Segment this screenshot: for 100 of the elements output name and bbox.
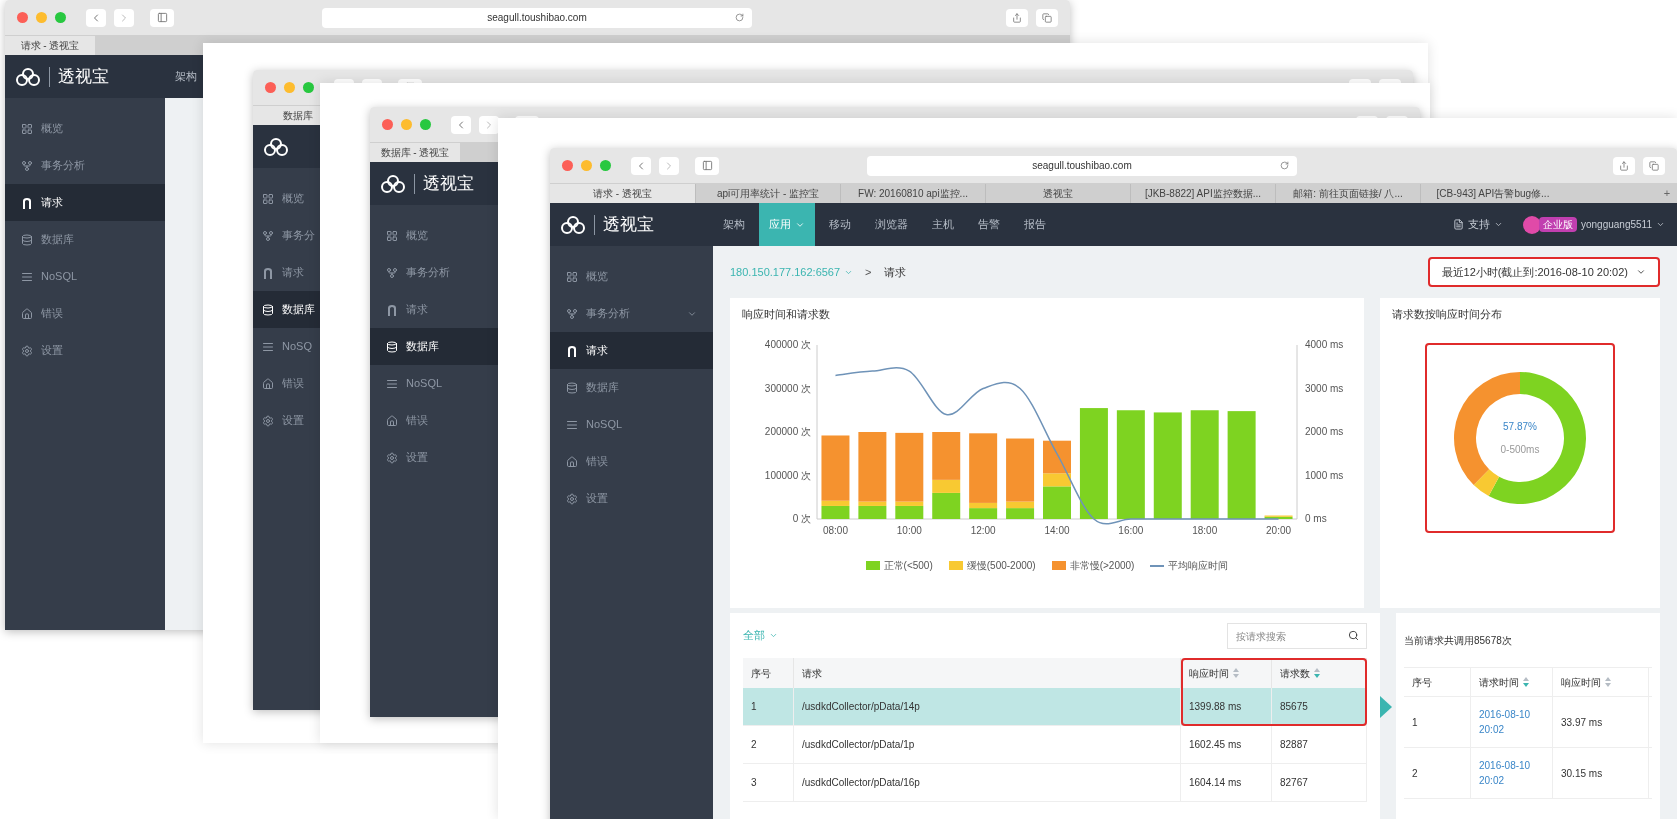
sidebar-item[interactable]: 错误 [5, 295, 165, 332]
window-close-button[interactable] [17, 12, 28, 23]
sidebar-item[interactable]: 数据库 [370, 328, 498, 365]
sidebar-item[interactable]: 概览 [550, 258, 713, 295]
window-close-button[interactable] [382, 119, 393, 130]
cloud-logo-icon [15, 66, 41, 87]
table-row[interactable]: 2 /usdkdCollector/pData/1p 1602.45 ms 82887 [743, 726, 1367, 764]
nav-tab[interactable]: 报告 [1014, 203, 1056, 246]
sidebar-item[interactable]: 设置 [550, 480, 713, 517]
window-zoom-button[interactable] [303, 82, 314, 93]
window-zoom-button[interactable] [600, 160, 611, 171]
sidebar-item[interactable]: NoSQL [550, 406, 713, 443]
sidebar-item[interactable]: 概览 [370, 217, 498, 254]
brand-name: 透视宝 [414, 173, 474, 194]
timestamp-link[interactable]: 2016-08-10 20:02 [1479, 707, 1535, 737]
sort-icon[interactable] [1523, 677, 1529, 687]
axis-tick-label: 08:00 [822, 525, 848, 536]
time-range-dropdown[interactable]: 最近12小时(截止到:2016-08-10 20:02) [1427, 257, 1660, 287]
forward-button[interactable] [479, 115, 499, 134]
sidebar-item[interactable]: 概览 [5, 110, 165, 147]
window-minimize-button[interactable] [284, 82, 295, 93]
window-close-button[interactable] [562, 160, 573, 171]
database-icon [386, 340, 398, 353]
sidebar-item[interactable]: 数据库 [550, 369, 713, 406]
sidebar-item[interactable]: 请求 [253, 254, 320, 291]
sidebar-item[interactable]: NoSQ [253, 328, 320, 365]
axis-tick-label: 200000 次 [764, 426, 811, 437]
nav-tab[interactable]: 架构 [165, 55, 207, 98]
sidebar-item[interactable]: 概览 [253, 180, 320, 217]
table-cell-text: /usdkdCollector/pData/1p [802, 738, 915, 752]
table-row[interactable]: 3 /usdkdCollector/pData/16p 1604.14 ms 82767 [743, 764, 1367, 802]
list-icon [386, 377, 398, 390]
sidebar-toggle-button[interactable] [150, 8, 174, 27]
back-button[interactable] [86, 8, 106, 27]
share-button[interactable] [1613, 156, 1635, 175]
edition-badge: 企业版 [1539, 217, 1577, 232]
sidebar-item[interactable]: 设置 [253, 402, 320, 439]
browser-tab[interactable]: 请求 - 透视宝 [550, 184, 695, 203]
sidebar-item[interactable]: 设置 [5, 332, 165, 369]
column-header[interactable]: 序号 [1404, 668, 1471, 696]
breadcrumb-current: 请求 [883, 264, 906, 280]
window-minimize-button[interactable] [581, 160, 592, 171]
forward-button[interactable] [114, 8, 134, 27]
sidebar-item[interactable]: 设置 [370, 439, 498, 476]
search-field[interactable]: 按请求搜索 [1227, 623, 1367, 649]
sidebar-toggle-button[interactable] [695, 156, 719, 175]
nav-tab[interactable]: 移动 [819, 203, 861, 246]
breadcrumb-separator: > [865, 264, 872, 280]
new-tab-button[interactable]: + [1657, 184, 1677, 203]
card-title: 当前请求共调用85678次 [1404, 633, 1512, 648]
sidebar-item[interactable]: 错误 [253, 365, 320, 402]
tabs-button[interactable] [1036, 8, 1058, 27]
browser-tab[interactable]: 数据库 - 透视宝 [370, 143, 460, 162]
user-menu[interactable]: yongguang5511 [1581, 217, 1665, 232]
sort-icon[interactable] [1605, 677, 1611, 687]
reload-icon[interactable] [1280, 161, 1289, 170]
browser-tab[interactable]: 请求 - 透视宝 [5, 36, 95, 55]
sidebar-item[interactable]: NoSQL [5, 258, 165, 295]
axis-tick-label: 300000 次 [764, 382, 811, 394]
window-zoom-button[interactable] [55, 12, 66, 23]
sidebar-item[interactable]: 数据库 [253, 291, 320, 328]
sort-icon[interactable] [1314, 668, 1320, 678]
sidebar-item[interactable]: 错误 [370, 402, 498, 439]
back-button[interactable] [451, 115, 471, 134]
window-minimize-button[interactable] [401, 119, 412, 130]
nav-tab[interactable]: 架构 [713, 203, 755, 246]
sidebar-item[interactable]: 事务分析 [5, 147, 165, 184]
reload-icon[interactable] [735, 13, 744, 22]
window-close-button[interactable] [265, 82, 276, 93]
sidebar-item[interactable]: 错误 [550, 443, 713, 480]
sort-icon[interactable] [1233, 668, 1239, 678]
address-field[interactable]: seagull.toushibao.com [322, 7, 752, 28]
sidebar-item[interactable]: 请求 [550, 332, 713, 369]
sidebar-item[interactable]: 数据库 [5, 221, 165, 258]
caret-icon [1494, 220, 1503, 229]
list-icon [262, 340, 274, 353]
sidebar-item[interactable]: 请求 [370, 291, 498, 328]
nav-tab[interactable]: 告警 [968, 203, 1010, 246]
sidebar-item[interactable]: NoSQL [370, 365, 498, 402]
column-header[interactable]: 请求时间 [1471, 668, 1553, 696]
sidebar-item[interactable]: 事务分 [253, 217, 320, 254]
table-row[interactable]: 1 /usdkdCollector/pData/14p 1399.88 ms 85675 [743, 688, 1367, 726]
nav-tab[interactable]: 主机 [922, 203, 964, 246]
forward-button[interactable] [659, 156, 679, 175]
sidebar-item[interactable]: 请求 [5, 184, 165, 221]
nav-tab[interactable]: 浏览器 [865, 203, 918, 246]
window-zoom-button[interactable] [420, 119, 431, 130]
column-header[interactable]: 响应时间 [1553, 668, 1649, 696]
arch-icon [386, 303, 398, 316]
tabs-button[interactable] [1643, 156, 1665, 175]
support-menu[interactable]: 支持 [1441, 203, 1515, 246]
back-button[interactable] [631, 156, 651, 175]
search-icon[interactable] [1348, 629, 1359, 641]
table-cell-text: /usdkdCollector/pData/14p [802, 700, 920, 714]
address-field[interactable]: seagull.toushibao.com [867, 155, 1297, 176]
sidebar-item[interactable]: 事务分析 [370, 254, 498, 291]
timestamp-link[interactable]: 2016-08-10 20:02 [1479, 758, 1535, 788]
sidebar-item[interactable]: 事务分析 [550, 295, 713, 332]
share-button[interactable] [1006, 8, 1028, 27]
window-minimize-button[interactable] [36, 12, 47, 23]
